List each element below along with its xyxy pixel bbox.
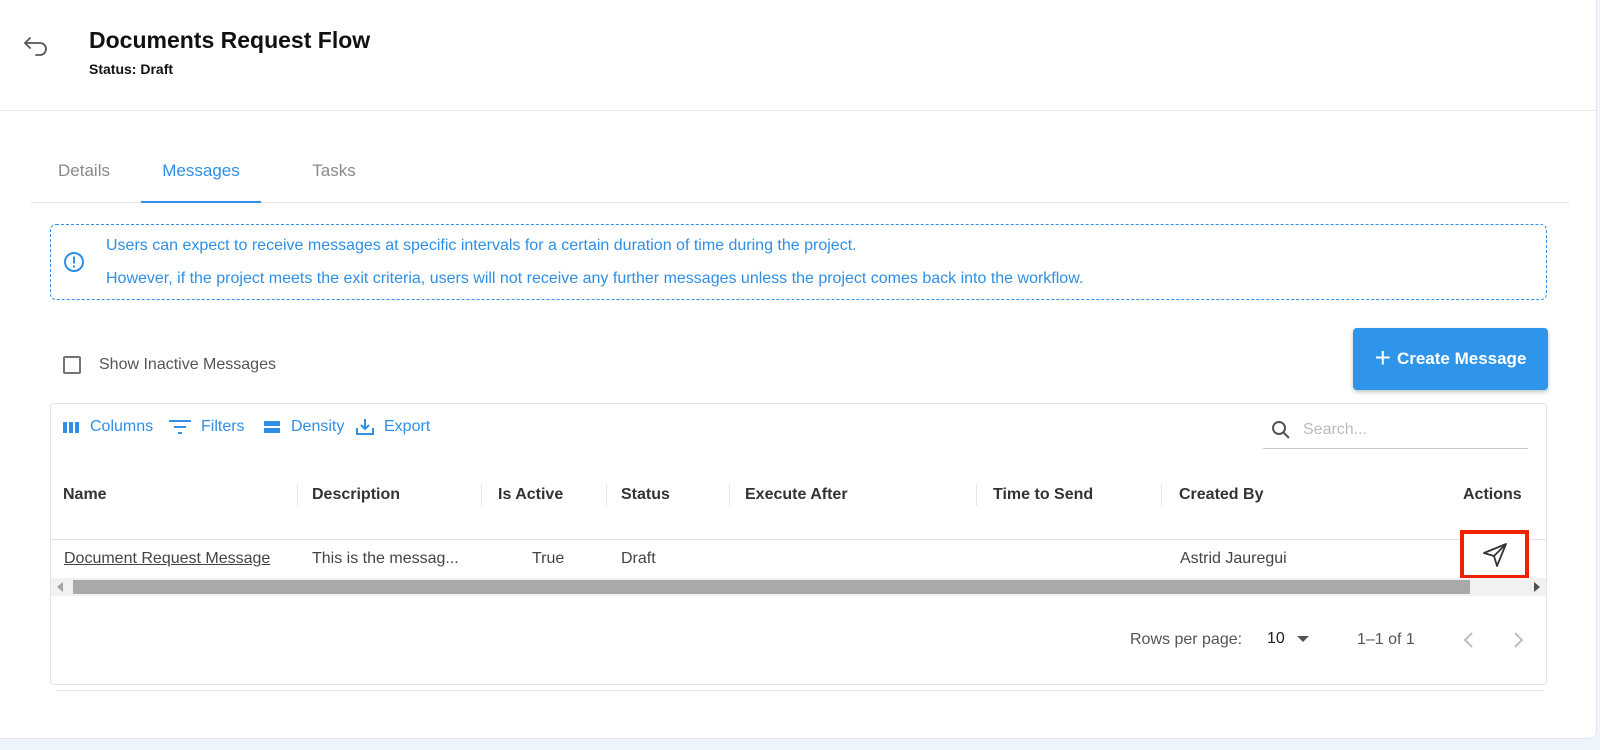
rows-per-page-value: 10	[1267, 630, 1285, 647]
message-description: This is the messag...	[312, 550, 459, 567]
column-header-status[interactable]: Status	[621, 486, 670, 504]
export-label: Export	[384, 418, 431, 435]
plus-icon: +	[1374, 341, 1391, 373]
search-icon	[1272, 421, 1290, 439]
message-name-link[interactable]: Document Request Message	[64, 550, 270, 568]
status-label: Status:	[89, 61, 137, 77]
page-header: Documents Request Flow Status: Draft	[0, 0, 1596, 111]
filters-label: Filters	[201, 418, 245, 435]
message-status: Draft	[621, 550, 656, 567]
messages-grid: Columns Filters Density Export Search...…	[50, 403, 1547, 685]
tab-tasks[interactable]: Tasks	[284, 150, 384, 201]
show-inactive-label: Show Inactive Messages	[99, 356, 276, 373]
rows-per-page-label: Rows per page:	[1130, 631, 1243, 648]
search-box	[1263, 412, 1528, 449]
message-created-by: Astrid Jauregui	[1180, 550, 1287, 567]
create-message-button[interactable]: + Create Message	[1353, 328, 1548, 390]
caret-down-icon	[1296, 636, 1309, 642]
filters-button[interactable]: Filters	[169, 418, 245, 436]
density-icon	[264, 421, 280, 433]
filter-icon	[169, 420, 191, 434]
scroll-right-icon[interactable]	[1534, 582, 1540, 592]
columns-label: Columns	[90, 418, 154, 435]
search-input[interactable]	[1301, 416, 1525, 444]
column-separator	[729, 484, 730, 506]
back-arrow-icon[interactable]	[22, 30, 50, 58]
show-inactive-toggle[interactable]: Show Inactive Messages	[63, 353, 276, 377]
column-header-name[interactable]: Name	[63, 486, 107, 504]
tab-details[interactable]: Details	[30, 150, 138, 201]
scroll-left-icon[interactable]	[57, 582, 63, 592]
page-title: Documents Request Flow	[89, 27, 371, 53]
info-text-line2: However, if the project meets the exit c…	[106, 270, 1084, 287]
next-page-icon[interactable]	[1506, 628, 1530, 652]
export-button[interactable]: Export	[356, 418, 430, 436]
send-message-button[interactable]	[1460, 530, 1529, 579]
rows-per-page-select[interactable]: 10	[1267, 630, 1309, 648]
density-label: Density	[291, 418, 345, 435]
tab-bar: Details Messages Tasks	[30, 150, 1570, 203]
create-message-label: Create Message	[1396, 349, 1527, 368]
column-separator	[297, 484, 298, 506]
main-panel: Documents Request Flow Status: Draft Det…	[0, 0, 1597, 739]
info-banner: Users can expect to receive messages at …	[50, 224, 1547, 300]
columns-button[interactable]: Columns	[62, 418, 153, 436]
column-separator	[606, 484, 607, 506]
column-separator	[1161, 484, 1162, 506]
previous-page-icon[interactable]	[1457, 628, 1481, 652]
column-header-created-by[interactable]: Created By	[1179, 486, 1263, 504]
column-separator	[481, 484, 482, 506]
info-text-line1: Users can expect to receive messages at …	[106, 237, 857, 254]
column-header-time-to-send[interactable]: Time to Send	[993, 486, 1093, 504]
divider	[56, 690, 1544, 691]
status-value: Draft	[140, 61, 174, 77]
tab-messages[interactable]: Messages	[141, 150, 261, 203]
pagination-range: 1–1 of 1	[1357, 631, 1415, 648]
message-is-active: True	[532, 550, 565, 567]
send-icon	[1482, 542, 1507, 567]
column-separator	[976, 484, 977, 506]
horizontal-scrollbar[interactable]	[51, 578, 1546, 596]
status-line: Status: Draft	[89, 61, 173, 77]
column-header-description[interactable]: Description	[312, 486, 400, 504]
columns-icon	[63, 422, 79, 433]
density-button[interactable]: Density	[263, 418, 344, 436]
column-header-execute-after[interactable]: Execute After	[745, 486, 848, 504]
column-header-actions: Actions	[1463, 486, 1522, 503]
column-header-is-active[interactable]: Is Active	[498, 486, 563, 504]
show-inactive-checkbox[interactable]	[63, 356, 81, 374]
table-row[interactable]: Document Request Message This is the mes…	[51, 530, 1546, 579]
scrollbar-thumb[interactable]	[73, 580, 1470, 594]
info-icon	[64, 252, 84, 272]
download-icon	[356, 419, 374, 435]
